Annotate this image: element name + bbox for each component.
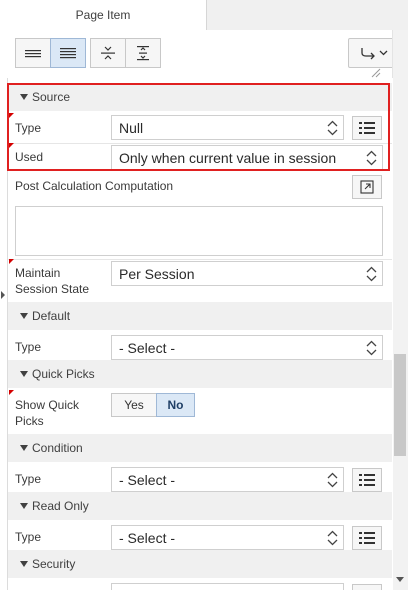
- read-only-type-select[interactable]: - Select -: [111, 525, 344, 550]
- collapse-triangle-icon: [20, 445, 28, 451]
- collapse-triangle-icon: [20, 371, 28, 377]
- compact-layout-button[interactable]: [15, 38, 51, 68]
- section-title: Read Only: [32, 499, 89, 513]
- quick-picks-no-toggle[interactable]: No: [156, 393, 195, 417]
- property-toolbar: [0, 30, 400, 78]
- condition-type-value: - Select -: [119, 471, 176, 488]
- up-down-arrows-icon: [366, 266, 377, 281]
- collapse-triangle-icon: [20, 503, 28, 509]
- section-title: Condition: [32, 441, 83, 455]
- default-type-label: Type: [15, 340, 42, 354]
- maintain-session-select[interactable]: Per Session: [111, 261, 383, 286]
- read-only-type-list-button[interactable]: [352, 526, 382, 550]
- expanded-lines-icon: [60, 48, 76, 59]
- up-down-arrows-icon: [366, 340, 377, 355]
- expand-all-button[interactable]: [125, 38, 161, 68]
- section-condition-header[interactable]: Condition: [8, 434, 392, 462]
- default-type-select[interactable]: - Select -: [111, 335, 383, 360]
- collapse-all-icon: [101, 46, 115, 60]
- show-quick-picks-label: Show Quick Picks: [15, 398, 80, 428]
- section-security-header[interactable]: Security: [8, 550, 392, 578]
- scroll-down-arrow-icon[interactable]: [396, 577, 404, 583]
- post-calc-textarea[interactable]: [15, 206, 383, 256]
- divider: [8, 259, 392, 260]
- collapse-triangle-icon: [20, 561, 28, 567]
- maintain-session-label: Maintain Session State: [15, 266, 90, 296]
- list-icon: [359, 474, 375, 486]
- list-icon: [359, 532, 375, 544]
- tab-page-item[interactable]: Page Item: [0, 0, 207, 30]
- collapse-triangle-icon: [20, 313, 28, 319]
- read-only-type-value: - Select -: [119, 529, 176, 546]
- default-type-value: - Select -: [119, 339, 176, 356]
- read-only-type-label: Type: [15, 530, 42, 544]
- security-field-partial[interactable]: [111, 583, 344, 590]
- expanded-layout-button[interactable]: [50, 38, 86, 68]
- up-down-arrows-icon: [327, 472, 338, 487]
- panel-collapse-handle-icon[interactable]: [0, 291, 6, 299]
- section-quick-picks-header[interactable]: Quick Picks: [8, 360, 392, 388]
- post-calc-expand-button[interactable]: [352, 175, 382, 199]
- security-list-button-partial[interactable]: [352, 584, 382, 590]
- section-read-only-header[interactable]: Read Only: [8, 492, 392, 520]
- condition-type-label: Type: [15, 472, 42, 486]
- section-title: Security: [32, 557, 76, 571]
- scrollbar[interactable]: [392, 30, 408, 590]
- scrollbar-thumb[interactable]: [394, 354, 406, 456]
- highlight-box: [7, 83, 390, 171]
- collapse-all-button[interactable]: [90, 38, 126, 68]
- section-title: Quick Picks: [32, 367, 95, 381]
- post-calc-label: Post Calculation Computation: [15, 179, 174, 193]
- go-to-icon: [361, 48, 388, 60]
- required-marker: [9, 390, 14, 395]
- condition-type-list-button[interactable]: [352, 468, 382, 492]
- expand-all-icon: [137, 46, 149, 61]
- expand-editor-icon: [360, 180, 374, 194]
- condition-type-select[interactable]: - Select -: [111, 467, 344, 492]
- compact-lines-icon: [25, 50, 41, 58]
- up-down-arrows-icon: [327, 530, 338, 545]
- resize-grip-icon[interactable]: [370, 68, 382, 78]
- quick-picks-yes-toggle[interactable]: Yes: [111, 393, 157, 417]
- required-marker: [9, 259, 14, 264]
- maintain-session-value: Per Session: [119, 265, 195, 282]
- section-default-header[interactable]: Default: [8, 302, 392, 330]
- section-title: Default: [32, 309, 71, 323]
